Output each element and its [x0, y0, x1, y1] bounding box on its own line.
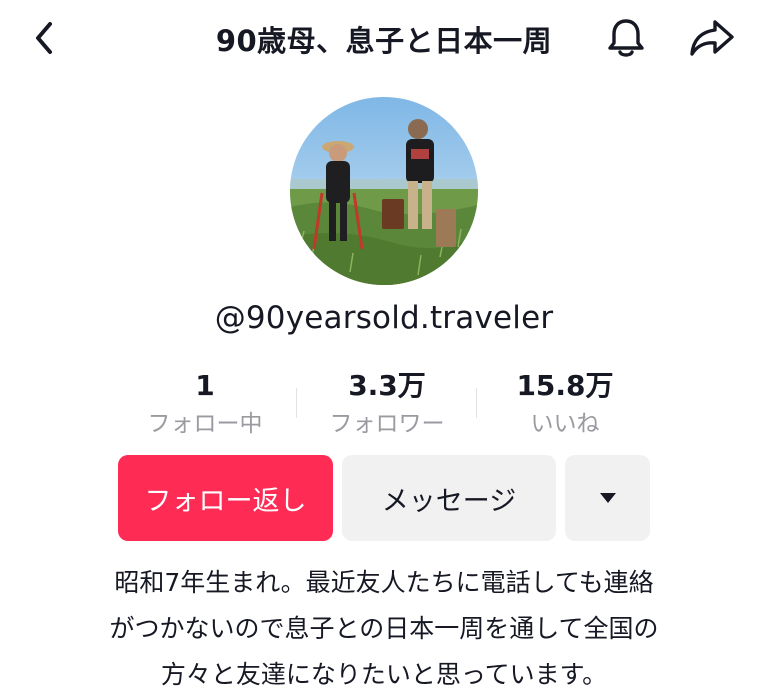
- avatar[interactable]: [290, 97, 478, 285]
- likes-count: 15.8万: [516, 369, 614, 402]
- back-button[interactable]: [20, 14, 68, 62]
- bio-line: がつかないので息子との日本一周を通して全国の: [109, 614, 659, 643]
- share-button[interactable]: [684, 12, 740, 64]
- stat-likes[interactable]: 15.8万 いいね: [480, 366, 650, 440]
- top-bar: 90歳母、息子と日本一周: [0, 0, 768, 80]
- followers-count: 3.3万: [348, 369, 426, 402]
- stat-following[interactable]: 1 フォロー中: [120, 366, 290, 440]
- stat-divider: [296, 388, 297, 418]
- following-count: 1: [195, 369, 215, 402]
- follow-back-button[interactable]: フォロー返し: [118, 455, 333, 541]
- message-button[interactable]: メッセージ: [342, 455, 556, 541]
- profile-bio: 昭和7年生まれ。最近友人たちに電話しても連絡 がつかないので息子との日本一周を通…: [40, 560, 728, 698]
- bell-icon: [608, 19, 644, 57]
- stat-followers[interactable]: 3.3万 フォロワー: [302, 366, 472, 440]
- caret-down-icon: [599, 493, 616, 503]
- bio-line: 方々と友達になりたいと思っています。: [160, 660, 608, 689]
- stat-divider: [476, 388, 477, 418]
- profile-stats: 1 フォロー中 3.3万 フォロワー 15.8万 いいね: [120, 366, 650, 446]
- notification-bell-button[interactable]: [600, 12, 652, 64]
- profile-actions: フォロー返し メッセージ: [0, 455, 768, 541]
- bio-line: 昭和7年生まれ。最近友人たちに電話しても連絡: [114, 568, 654, 597]
- page-title: 90歳母、息子と日本一周: [215, 24, 553, 58]
- share-arrow-icon: [690, 20, 734, 56]
- following-label: フォロー中: [147, 411, 263, 437]
- more-options-button[interactable]: [565, 455, 650, 541]
- chevron-left-icon: [36, 22, 52, 54]
- followers-label: フォロワー: [329, 411, 445, 437]
- likes-label: いいね: [530, 411, 600, 437]
- username: @90yearsold.traveler: [214, 300, 554, 336]
- avatar-photo: [290, 97, 478, 285]
